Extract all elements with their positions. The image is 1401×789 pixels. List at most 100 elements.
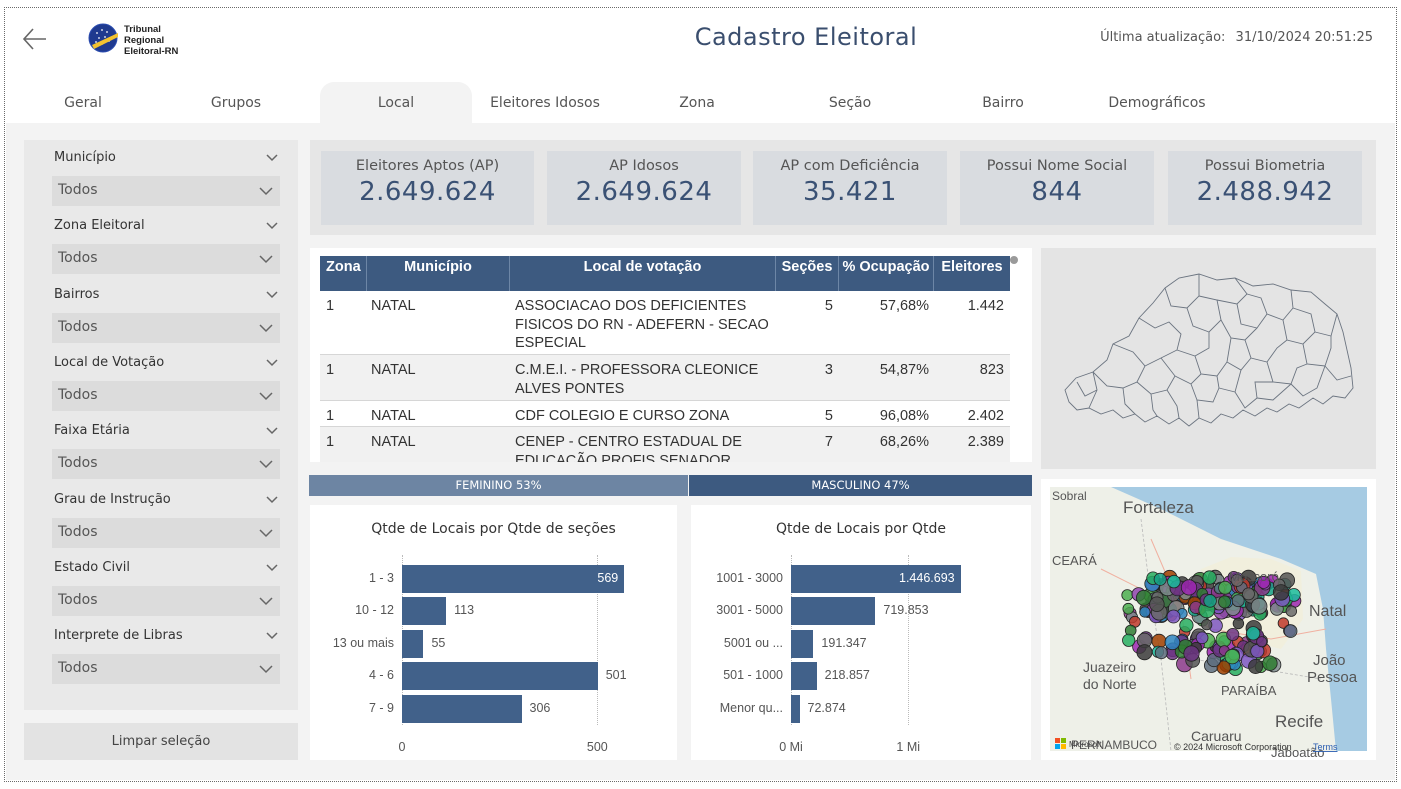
table-row[interactable]: 1 NATAL ASSOCIACAO DOS DEFICIENTES FISICOS… — [320, 291, 1010, 355]
kpi-card-biometria: Possui Biometria 2.488.942 — [1168, 151, 1362, 225]
location-bubble[interactable] — [1262, 655, 1278, 671]
bar[interactable] — [791, 629, 814, 658]
map-label-ceara: CEARÁ — [1052, 553, 1097, 568]
bar[interactable] — [791, 597, 876, 626]
data-label: 1.446.693 — [899, 571, 955, 585]
location-bubble[interactable] — [1166, 609, 1181, 624]
filter-dropdown[interactable]: Todos — [52, 654, 280, 685]
cell-secoes: 3 — [824, 362, 833, 378]
back-arrow-icon[interactable] — [20, 26, 50, 52]
location-bubble[interactable] — [1226, 627, 1240, 641]
cell-ocupacao: 57,68% — [879, 298, 929, 314]
cell-eleitores: 823 — [979, 362, 1004, 378]
bar[interactable] — [791, 662, 817, 691]
location-bubble[interactable] — [1122, 633, 1136, 647]
location-bubble[interactable] — [1248, 658, 1264, 674]
chevron-down-icon[interactable] — [265, 221, 279, 231]
axis-tick-label: 500 — [586, 740, 608, 754]
tab-grupos[interactable]: Grupos — [171, 82, 301, 123]
gender-feminino-bar[interactable]: FEMININO 53% — [309, 475, 688, 496]
filter-dropdown[interactable]: Todos — [52, 380, 280, 411]
column-header-eleitores[interactable]: Eleitores — [934, 256, 1010, 291]
location-bubble[interactable] — [1201, 619, 1213, 631]
tab-eleitores-idosos[interactable]: Eleitores Idosos — [480, 82, 610, 123]
chevron-down-icon[interactable] — [265, 153, 279, 163]
location-bubble[interactable] — [1136, 589, 1152, 606]
column-header-secoes[interactable]: Seções — [776, 256, 839, 291]
location-bubble[interactable] — [1154, 646, 1168, 660]
chevron-down-icon[interactable] — [265, 495, 279, 505]
chevron-down-icon[interactable] — [265, 631, 279, 641]
filter-dropdown[interactable]: Todos — [52, 585, 280, 616]
tab-local[interactable]: Local — [320, 82, 472, 123]
location-bubble[interactable] — [1139, 606, 1151, 618]
tab-secao[interactable]: Seção — [785, 82, 915, 123]
table-row[interactable]: 1 NATAL CENEP - CENTRO ESTADUAL DE EDUCAÇÃ… — [320, 427, 1010, 462]
location-bubble[interactable] — [1272, 584, 1290, 601]
cell-zona: 1 — [326, 408, 335, 424]
tab-demograficos[interactable]: Demográficos — [1087, 82, 1227, 123]
location-bubble[interactable] — [1179, 618, 1194, 633]
filter-label: Local de Votação — [54, 354, 165, 370]
column-header-municipio[interactable]: Município — [367, 256, 510, 291]
column-header-ocupacao[interactable]: % Ocupação — [839, 256, 934, 291]
locations-map[interactable]: Sobral Fortaleza CEARÁ Mossoró Natal Joã… — [1041, 479, 1376, 760]
chevron-down-icon[interactable] — [265, 563, 279, 573]
location-bubble[interactable] — [1180, 579, 1198, 596]
location-bubble[interactable] — [1202, 570, 1217, 585]
location-bubble[interactable] — [1195, 631, 1209, 645]
location-bubble[interactable] — [1256, 636, 1268, 648]
bar[interactable] — [402, 694, 522, 723]
location-bubble[interactable] — [1149, 596, 1165, 612]
chevron-down-icon[interactable] — [265, 426, 279, 436]
axis-tick-label: 0 Mi — [779, 740, 803, 754]
tab-geral[interactable]: Geral — [18, 82, 148, 123]
location-bubble[interactable] — [1283, 624, 1298, 638]
tab-bairro[interactable]: Bairro — [938, 82, 1068, 123]
location-bubble[interactable] — [1203, 594, 1217, 608]
location-bubble[interactable] — [1250, 597, 1268, 615]
kpi-band: Eleitores Aptos (AP) 2.649.624 AP Idosos… — [310, 140, 1376, 235]
filter-label: Grau de Instrução — [54, 491, 171, 507]
location-bubble[interactable] — [1285, 605, 1298, 617]
column-header-local[interactable]: Local de votação — [510, 256, 776, 291]
bar[interactable] — [402, 662, 598, 691]
table-row[interactable]: 1NATALCDF COLEGIO E CURSO ZONA NORTE596,… — [320, 401, 1010, 443]
filter-dropdown[interactable]: Todos — [52, 176, 280, 206]
cell-eleitores: 2.389 — [967, 434, 1004, 450]
bar[interactable] — [791, 694, 800, 723]
clear-selection-button[interactable]: Limpar seleção — [24, 723, 298, 760]
chevron-down-icon — [259, 324, 273, 332]
location-bubble[interactable] — [1183, 645, 1200, 662]
column-header-zona[interactable]: Zona — [320, 256, 367, 291]
location-bubble[interactable] — [1136, 644, 1153, 661]
gender-masculino-bar[interactable]: MASCULINO 47% — [689, 475, 1032, 496]
filter-dropdown[interactable]: Todos — [52, 449, 280, 480]
kpi-value: 35.421 — [803, 177, 897, 207]
table-header: Zona Município Local de votação Seções %… — [320, 256, 1010, 291]
filter-selected-value: Todos — [58, 455, 98, 472]
filter-dropdown[interactable]: Todos — [52, 244, 280, 275]
location-bubble[interactable] — [1122, 602, 1135, 615]
map-terms-link[interactable]: Terms — [1313, 742, 1338, 752]
chart-title: Qtde de Locais por Qtde — [775, 521, 947, 537]
chevron-down-icon[interactable] — [265, 358, 279, 368]
tab-zona[interactable]: Zona — [632, 82, 762, 123]
table-scrollbar[interactable] — [1010, 256, 1018, 264]
bar[interactable] — [402, 597, 447, 626]
table-row[interactable]: 1 NATAL C.M.E.I. - PROFESSORA CLEONICE ALV… — [320, 355, 1010, 401]
location-bubble[interactable] — [1121, 589, 1134, 601]
filter-dropdown[interactable]: Todos — [52, 312, 280, 343]
municipality-map[interactable] — [1041, 248, 1376, 469]
location-bubble[interactable] — [1164, 634, 1181, 651]
filter-dropdown[interactable]: Todos — [52, 517, 280, 548]
location-bubble[interactable] — [1232, 617, 1245, 630]
location-bubble[interactable] — [1224, 648, 1240, 665]
bar[interactable] — [402, 629, 424, 658]
location-bubble[interactable] — [1218, 595, 1232, 609]
chevron-down-icon[interactable] — [265, 290, 279, 300]
location-bubble[interactable] — [1167, 574, 1181, 589]
location-bubble[interactable] — [1153, 572, 1167, 586]
location-bubble[interactable] — [1231, 594, 1245, 608]
location-bubble[interactable] — [1242, 587, 1255, 601]
